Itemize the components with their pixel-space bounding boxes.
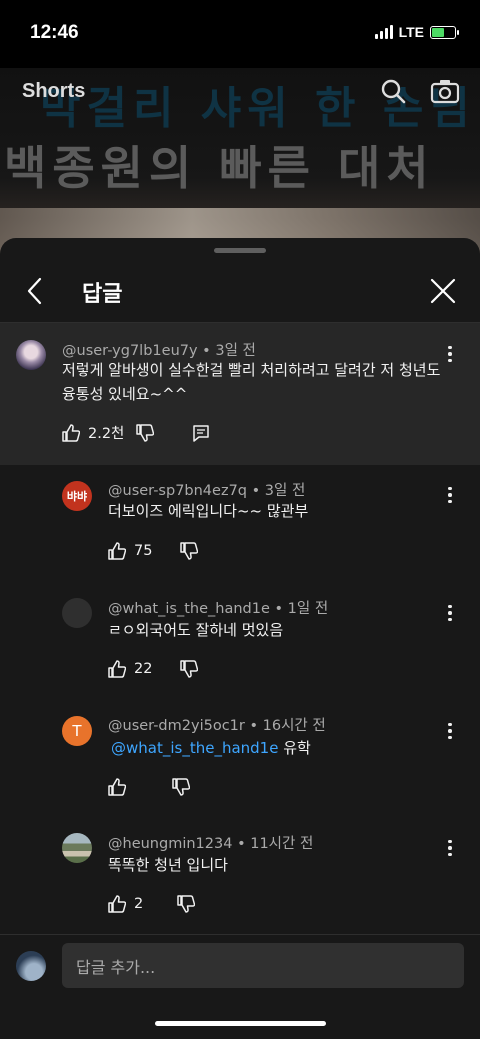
comment-author-line: @user-yg7lb1eu7y • 3일 전 <box>62 339 256 360</box>
avatar[interactable]: 뱌뱌 <box>62 481 92 511</box>
reply-author-line: @what_is_the_hand1e • 1일 전 <box>108 597 328 618</box>
like-button[interactable]: 75 <box>108 542 152 560</box>
reply-text: 똑똑한 청년 입니다 <box>108 856 228 874</box>
meta-separator: • <box>249 718 259 734</box>
thumbs-down-icon <box>180 542 199 560</box>
reply-composer: 답글 추가... <box>0 934 480 1039</box>
more-options-icon[interactable] <box>440 601 460 625</box>
meta-separator: • <box>274 601 284 617</box>
reply-actions: 75 <box>108 542 199 560</box>
status-bar: 12:46 LTE <box>0 0 480 68</box>
like-count: 2 <box>134 896 144 912</box>
dislike-button[interactable] <box>177 895 196 913</box>
drag-handle[interactable] <box>214 248 266 253</box>
parent-comment: @user-yg7lb1eu7y • 3일 전 저렇게 알바생이 실수한걸 빨리… <box>0 323 480 465</box>
thumbs-up-icon <box>108 895 126 913</box>
back-arrow-icon[interactable] <box>22 276 50 306</box>
reply-text-line: @what_is_the_hand1e 유학 <box>111 736 311 760</box>
dislike-button[interactable] <box>172 778 190 796</box>
reply-text: 유학 <box>283 739 311 757</box>
thumbs-up-icon <box>108 660 126 678</box>
thumbs-down-icon <box>136 423 155 442</box>
dislike-button[interactable] <box>180 542 199 560</box>
network-type: LTE <box>398 24 424 40</box>
dislike-button[interactable] <box>136 423 155 442</box>
thumbs-up-icon <box>108 542 126 560</box>
like-count: 75 <box>134 543 153 559</box>
reply-time: 1일 전 <box>287 601 329 617</box>
reply-input[interactable]: 답글 추가... <box>62 943 464 988</box>
panel-header: 답글 <box>0 262 480 322</box>
reply-author[interactable]: @heungmin1234 <box>108 836 232 852</box>
comment-time: 3일 전 <box>215 343 256 359</box>
avatar[interactable]: T <box>62 716 92 746</box>
like-button[interactable] <box>108 778 126 796</box>
avatar[interactable] <box>62 598 92 628</box>
replies-panel: 답글 @user-yg7lb1eu7y • 3일 전 저렇게 알바생이 실수한걸… <box>0 238 480 1039</box>
reply-actions: 22 <box>108 660 199 678</box>
panel-title: 답글 <box>82 282 123 307</box>
comment-actions: 2.2천 <box>62 422 210 443</box>
avatar[interactable] <box>16 340 46 370</box>
status-indicators: LTE <box>374 24 459 40</box>
reply-button[interactable] <box>192 424 210 442</box>
comment-icon <box>193 424 210 442</box>
video-caption-line2: 백종원의 빠른 대처 <box>4 141 435 195</box>
thumbs-down-icon <box>177 895 196 913</box>
meta-separator: • <box>251 483 261 499</box>
reply-author[interactable]: @what_is_the_hand1e <box>108 601 270 617</box>
camera-icon[interactable] <box>430 78 460 104</box>
reply-text: 더보이즈 에릭입니다~~ 많관부 <box>108 502 309 520</box>
reply-author-line: @user-sp7bn4ez7q • 3일 전 <box>108 479 305 500</box>
like-button[interactable]: 2 <box>108 895 143 913</box>
reply-author-line: @user-dm2yi5oc1r • 16시간 전 <box>108 714 326 735</box>
search-icon[interactable] <box>380 78 406 104</box>
reply-author[interactable]: @user-dm2yi5oc1r <box>108 718 245 734</box>
reply-author[interactable]: @user-sp7bn4ez7q <box>108 483 247 499</box>
more-options-icon[interactable] <box>440 483 460 507</box>
shorts-label: Shorts <box>22 80 86 102</box>
avatar <box>16 951 46 981</box>
thumbs-down-icon <box>180 660 199 678</box>
video-toolbar <box>380 78 460 104</box>
mention-link[interactable]: @what_is_the_hand1e <box>111 739 278 757</box>
comment-author[interactable]: @user-yg7lb1eu7y <box>62 343 198 359</box>
comment-text: 저렇게 알바생이 실수한걸 빨리 처리하려고 달려간 저 청년도 융통성 있네요… <box>62 361 441 403</box>
reply-actions <box>108 778 190 796</box>
reply-time: 11시간 전 <box>250 836 314 852</box>
meta-separator: • <box>237 836 246 852</box>
more-options-icon[interactable] <box>440 836 460 860</box>
reply-actions: 2 <box>108 895 196 913</box>
reply-time: 16시간 전 <box>262 718 326 734</box>
more-options-icon[interactable] <box>440 719 460 743</box>
reply-time: 3일 전 <box>264 483 306 499</box>
thumbs-down-icon <box>172 778 190 796</box>
like-count: 2.2천 <box>88 426 125 442</box>
like-button[interactable]: 2.2천 <box>62 422 124 443</box>
thumbs-up-icon <box>62 423 80 442</box>
avatar[interactable] <box>62 833 92 863</box>
status-time: 12:46 <box>30 22 79 43</box>
reply-author-line: @heungmin1234 • 11시간 전 <box>108 832 313 853</box>
reply-text: ㄹㅇ외국어도 잘하네 멋있음 <box>108 621 284 639</box>
meta-separator: • <box>202 343 211 359</box>
close-icon[interactable] <box>428 276 458 306</box>
battery-charging-icon <box>430 25 459 39</box>
cellular-signal-icon <box>374 25 393 39</box>
thumbs-up-icon <box>108 778 126 796</box>
like-count: 22 <box>134 661 153 677</box>
home-indicator[interactable] <box>155 1021 326 1026</box>
dislike-button[interactable] <box>180 660 199 678</box>
like-button[interactable]: 22 <box>108 660 152 678</box>
